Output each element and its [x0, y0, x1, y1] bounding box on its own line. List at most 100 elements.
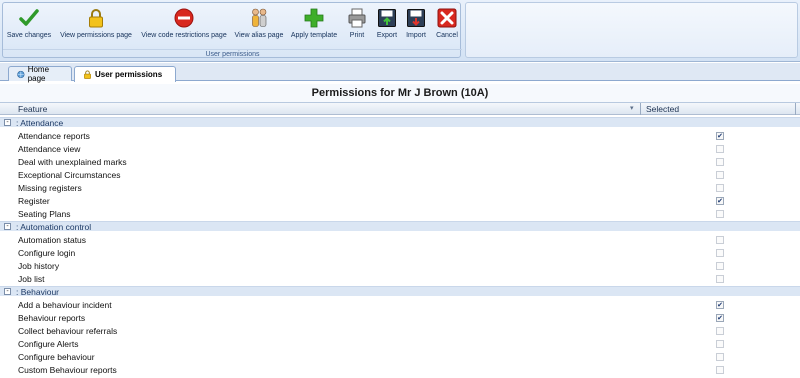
table-row[interactable]: Missing registers: [0, 182, 800, 195]
group-name: : Attendance: [16, 117, 64, 128]
table-row[interactable]: Collect behaviour referrals: [0, 325, 800, 338]
tab-user-permissions-label: User permissions: [95, 70, 163, 79]
tab-strip: Home page User permissions: [0, 63, 800, 83]
selected-checkbox[interactable]: [716, 184, 724, 192]
group-row-behaviour[interactable]: - : Behaviour: [0, 286, 800, 297]
cancel-x-icon: [437, 8, 457, 28]
cancel-button[interactable]: Cancel: [433, 8, 461, 46]
save-changes-label: Save changes: [6, 32, 52, 39]
feature-label: Deal with unexplained marks: [18, 157, 127, 167]
selected-checkbox[interactable]: [716, 262, 724, 270]
column-divider[interactable]: [640, 103, 641, 115]
selected-checkbox[interactable]: [716, 366, 724, 374]
people-icon: [252, 8, 267, 27]
view-code-restrictions-page-label: View code restrictions page: [141, 32, 227, 39]
selected-checkbox[interactable]: [716, 236, 724, 244]
cancel-label: Cancel: [436, 32, 458, 39]
page-title: Permissions for Mr J Brown (10A): [0, 84, 800, 103]
feature-label: Collect behaviour referrals: [18, 326, 118, 336]
collapse-toggle-icon[interactable]: -: [4, 119, 11, 126]
table-row[interactable]: Behaviour reports ✔: [0, 312, 800, 325]
view-alias-page-button[interactable]: View alias page: [232, 8, 286, 46]
tab-home-page[interactable]: Home page: [8, 65, 72, 83]
table-row[interactable]: Attendance reports ✔: [0, 130, 800, 143]
group-row-attendance[interactable]: - : Attendance: [0, 117, 800, 128]
feature-label: Configure login: [18, 248, 76, 258]
table-row[interactable]: Configure behaviour: [0, 351, 800, 364]
permissions-grid: - : Attendance Attendance reports ✔ Atten…: [0, 116, 800, 377]
padlock-icon: [89, 9, 103, 28]
feature-label: Configure behaviour: [18, 352, 95, 362]
table-row[interactable]: Deal with unexplained marks: [0, 156, 800, 169]
feature-label: Job history: [18, 261, 60, 271]
group-row-automation-control[interactable]: - : Automation control: [0, 221, 800, 232]
table-row[interactable]: Custom Behaviour reports: [0, 364, 800, 377]
feature-label: Attendance view: [18, 144, 81, 154]
feature-label: Register: [18, 196, 50, 206]
apply-template-button[interactable]: Apply template: [288, 8, 340, 46]
import-label: Import: [406, 32, 426, 39]
column-divider[interactable]: [795, 103, 796, 115]
tab-user-permissions[interactable]: User permissions: [74, 66, 176, 82]
table-row[interactable]: Seating Plans: [0, 208, 800, 221]
selected-checkbox[interactable]: [716, 340, 724, 348]
selected-checkbox[interactable]: ✔: [716, 132, 724, 140]
table-row[interactable]: Automation status: [0, 234, 800, 247]
export-disk-icon: [378, 9, 396, 27]
selected-checkbox[interactable]: [716, 171, 724, 179]
column-header-feature[interactable]: Feature: [18, 104, 47, 114]
view-permissions-page-label: View permissions page: [60, 32, 132, 39]
export-label: Export: [376, 32, 398, 39]
globe-icon: [17, 70, 25, 78]
plus-icon: [304, 8, 324, 28]
import-disk-icon: [407, 9, 425, 27]
selected-checkbox[interactable]: [716, 327, 724, 335]
selected-checkbox[interactable]: [716, 275, 724, 283]
checkmark-icon: [19, 9, 39, 26]
table-row[interactable]: Add a behaviour incident ✔: [0, 299, 800, 312]
print-button[interactable]: Print: [343, 8, 371, 46]
table-row[interactable]: Configure login: [0, 247, 800, 260]
group-name: : Automation control: [16, 221, 92, 232]
table-row[interactable]: Configure Alerts: [0, 338, 800, 351]
printer-icon: [348, 8, 366, 28]
collapse-toggle-icon[interactable]: -: [4, 288, 11, 295]
selected-checkbox[interactable]: [716, 145, 724, 153]
ribbon-group-label: User permissions: [3, 49, 462, 58]
view-permissions-page-button[interactable]: View permissions page: [58, 8, 134, 46]
ribbon-group-user-permissions: Save changes View permissions page View …: [2, 2, 462, 58]
feature-label: Custom Behaviour reports: [18, 365, 117, 375]
table-row[interactable]: Exceptional Circumstances: [0, 169, 800, 182]
view-alias-page-label: View alias page: [234, 32, 284, 39]
apply-template-label: Apply template: [290, 32, 338, 39]
view-code-restrictions-page-button[interactable]: View code restrictions page: [137, 8, 231, 46]
feature-label: Behaviour reports: [18, 313, 86, 323]
selected-checkbox[interactable]: [716, 210, 724, 218]
save-changes-button[interactable]: Save changes: [5, 8, 53, 46]
import-button[interactable]: Import: [403, 8, 429, 46]
table-row[interactable]: Job list: [0, 273, 800, 286]
feature-label: Job list: [18, 274, 45, 284]
table-row[interactable]: Job history: [0, 260, 800, 273]
no-entry-icon: [174, 8, 194, 28]
selected-checkbox[interactable]: [716, 249, 724, 257]
feature-label: Exceptional Circumstances: [18, 170, 121, 180]
feature-label: Add a behaviour incident: [18, 300, 112, 310]
table-row[interactable]: Register ✔: [0, 195, 800, 208]
column-header-selected[interactable]: Selected: [646, 104, 679, 114]
feature-label: Missing registers: [18, 183, 82, 193]
ribbon-toolbar: Save changes View permissions page View …: [0, 0, 800, 62]
collapse-toggle-icon[interactable]: -: [4, 223, 11, 230]
grid-column-header: Feature ▾ Selected: [0, 103, 800, 115]
column-separator-arrow-icon: ▾: [630, 105, 634, 112]
tab-home-label: Home page: [27, 65, 50, 83]
feature-label: Automation status: [18, 235, 87, 245]
selected-checkbox[interactable]: [716, 353, 724, 361]
padlock-icon: [84, 70, 91, 79]
table-row[interactable]: Attendance view: [0, 143, 800, 156]
selected-checkbox[interactable]: ✔: [716, 197, 724, 205]
selected-checkbox[interactable]: ✔: [716, 314, 724, 322]
selected-checkbox[interactable]: ✔: [716, 301, 724, 309]
selected-checkbox[interactable]: [716, 158, 724, 166]
export-button[interactable]: Export: [374, 8, 400, 46]
